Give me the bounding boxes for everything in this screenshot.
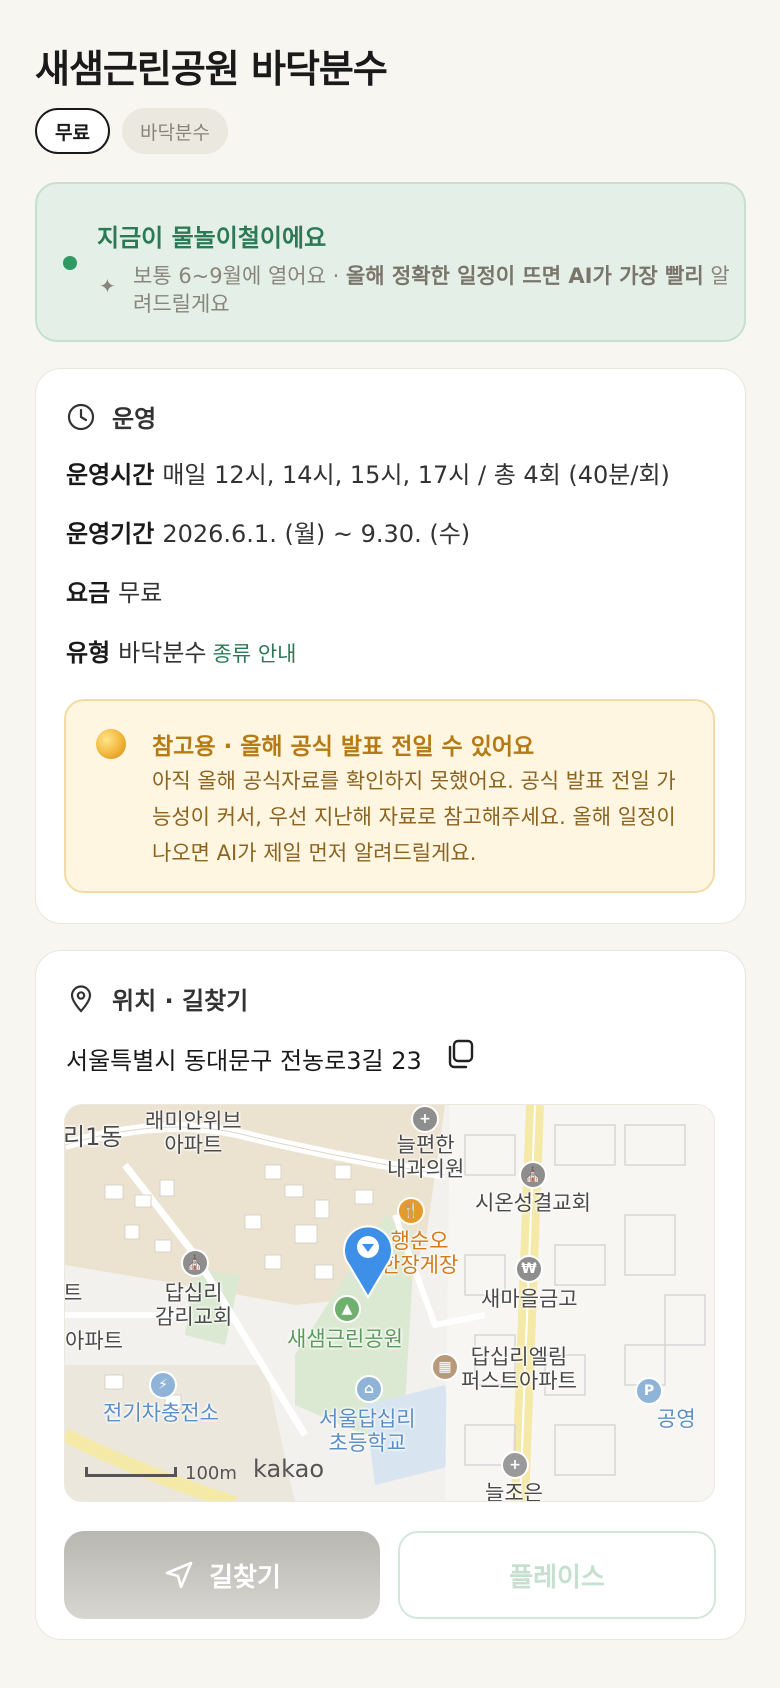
notice-title: 참고용 · 올해 공식 발표 전일 수 있어요: [152, 734, 535, 760]
bank-icon[interactable]: ₩: [515, 1255, 543, 1283]
hours-label: 운영시간: [66, 461, 155, 489]
map-label-raemian: 래미안위브 아파트: [145, 1109, 242, 1157]
operation-header: 운영: [66, 399, 156, 434]
moon-icon: [96, 729, 126, 759]
season-desc-lead: 보통 6~9월에 열어요 ·: [133, 264, 346, 288]
reference-notice: 참고용 · 올해 공식 발표 전일 수 있어요 아직 올해 공식자료를 확인하지…: [64, 699, 715, 893]
church-icon-2[interactable]: ⛪: [181, 1249, 209, 1277]
location-header: 위치 · 길찾기: [66, 981, 248, 1016]
map-label-dong: 리1동: [64, 1123, 123, 1151]
operation-title: 운영: [112, 405, 157, 433]
church-icon[interactable]: ⛪: [519, 1161, 547, 1189]
map-label-charger: 전기차충전소: [103, 1401, 219, 1425]
address-text: 서울특별시 동대문구 전농로3길 23: [66, 1047, 422, 1075]
season-title: 지금이 물놀이철이에요: [97, 224, 327, 252]
copy-icon[interactable]: [444, 1037, 478, 1071]
navigation-arrow-icon: [165, 1561, 193, 1589]
season-banner: 지금이 물놀이철이에요 ✦ 보통 6~9월에 열어요 · 올해 정확한 일정이 …: [35, 182, 746, 342]
type-row: 유형 바닥분수 종류 안내: [66, 633, 296, 668]
apartment-icon[interactable]: ▦: [431, 1353, 459, 1381]
detail-page: 새샘근린공원 바닥분수 무료 바닥분수 지금이 물놀이철이에요 ✦ 보통 6~9…: [0, 0, 780, 1688]
status-dot-icon: [63, 256, 77, 270]
map-view[interactable]: 래미안위브 아파트 리1동 늘편한 내과의원 시온성결교회 행순오 한장게장 답십리 감…: [64, 1104, 715, 1502]
hours-value: 매일 12시, 14시, 15시, 17시 / 총 4회 (40분/회): [162, 461, 670, 489]
fee-row: 요금 무료: [66, 573, 162, 608]
location-card: 위치 · 길찾기 서울특별시 동대문구 전농로3길 23 래미안위브 아파트 리…: [35, 950, 746, 1640]
map-label-apt: 아파트: [65, 1329, 123, 1353]
park-icon[interactable]: ▲: [333, 1295, 361, 1323]
season-desc-bold: 올해 정확한 일정이 뜨면 AI가 가장 빨리: [345, 264, 704, 288]
notice-body: 아직 올해 공식자료를 확인하지 못했어요. 공식 발표 전일 가능성이 커서,…: [152, 769, 676, 865]
period-label: 운영기간: [66, 520, 155, 548]
period-value: 2026.6.1. (월) ~ 9.30. (수): [162, 520, 471, 548]
hospital-icon-2[interactable]: +: [501, 1451, 529, 1479]
type-value: 바닥분수: [118, 639, 207, 667]
ev-charger-icon[interactable]: ⚡: [149, 1371, 177, 1399]
tag-list: 무료 바닥분수: [35, 108, 228, 154]
map-label-elim: 답십리엘림 퍼스트아파트: [461, 1345, 577, 1393]
map-scale-bar: [85, 1467, 177, 1477]
fee-value: 무료: [118, 579, 163, 607]
operation-card: 운영 운영시간 매일 12시, 14시, 15시, 17시 / 총 4회 (40분…: [35, 368, 746, 924]
map-label-bottom: 늘조은: [485, 1481, 543, 1502]
parking-icon[interactable]: P: [635, 1377, 663, 1405]
location-pin-icon: [70, 984, 92, 1013]
map-label-methodist: 답십리 감리교회: [155, 1281, 233, 1329]
map-label-clinic: 늘편한 내과의원: [387, 1133, 465, 1181]
map-label-school: 서울답십리 초등학교: [319, 1407, 416, 1455]
school-icon[interactable]: ⌂: [355, 1375, 383, 1403]
place-button[interactable]: 플레이스: [398, 1531, 716, 1619]
map-scale-text: 100m: [185, 1463, 237, 1484]
place-button-label: 플레이스: [509, 1562, 605, 1593]
page-title: 새샘근린공원 바닥분수: [35, 47, 388, 91]
fee-label: 요금: [66, 579, 111, 607]
map-label-bank: 새마을금고: [481, 1287, 578, 1311]
location-marker-icon[interactable]: [341, 1221, 395, 1299]
restaurant-icon[interactable]: 🍴: [397, 1197, 425, 1225]
route-button-label: 길찾기: [209, 1562, 281, 1593]
map-label-church: 시온성결교회: [475, 1191, 591, 1215]
sparkle-icon: ✦: [99, 274, 116, 298]
hours-row: 운영시간 매일 12시, 14시, 15시, 17시 / 총 4회 (40분/회): [66, 455, 670, 490]
map-label-parking: 공영: [657, 1407, 696, 1431]
kakao-logo: kakao: [253, 1455, 325, 1483]
map-label-park: 새샘근린공원: [287, 1327, 403, 1351]
location-title: 위치 · 길찾기: [112, 987, 249, 1015]
type-label: 유형: [66, 639, 111, 667]
hospital-icon[interactable]: +: [411, 1105, 439, 1133]
tag-free: 무료: [35, 108, 110, 154]
map-label-edge: 트: [64, 1281, 83, 1305]
type-guide-link[interactable]: 종류 안내: [213, 642, 297, 666]
season-description: 보통 6~9월에 열어요 · 올해 정확한 일정이 뜨면 AI가 가장 빨리 알…: [133, 262, 733, 318]
clock-icon: [67, 403, 95, 430]
tag-type: 바닥분수: [121, 108, 228, 154]
period-row: 운영기간 2026.6.1. (월) ~ 9.30. (수): [66, 514, 470, 549]
route-button[interactable]: 길찾기: [64, 1531, 380, 1619]
